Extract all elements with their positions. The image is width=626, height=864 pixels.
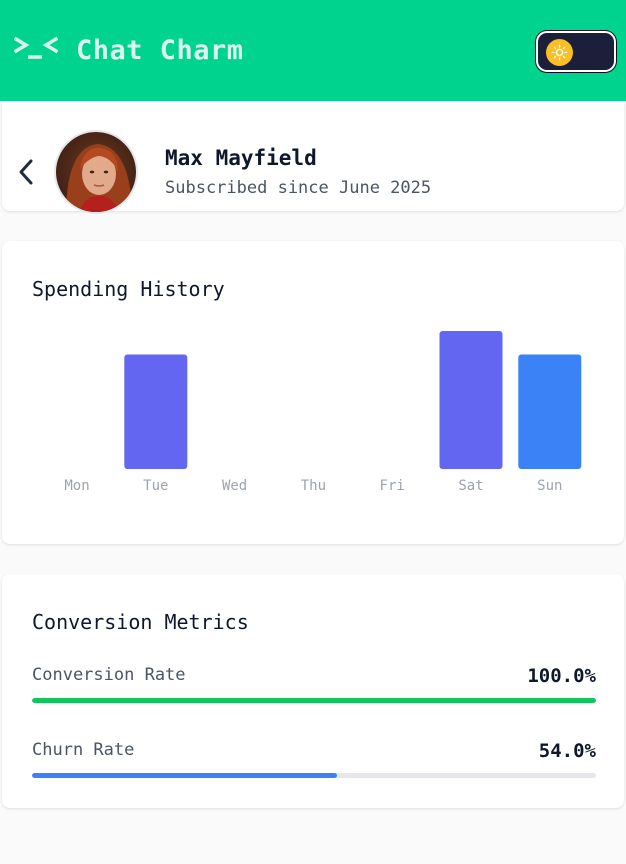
churn-rate-bar bbox=[32, 773, 596, 778]
tick-label-wed: Wed bbox=[222, 478, 247, 494]
user-name: Max Mayfield bbox=[165, 146, 317, 170]
spending-history-card: Spending History Mon Tue Wed Thu Fri Sat Sun bbox=[2, 241, 624, 544]
sun-icon bbox=[546, 39, 573, 66]
terminal-icon bbox=[13, 33, 59, 68]
churn-rate-label: Churn Rate bbox=[32, 740, 135, 760]
conversion-metrics-title: Conversion Metrics bbox=[32, 610, 249, 634]
conversion-rate-value: 100.0% bbox=[527, 665, 596, 687]
subscription-date: Subscribed since June 2025 bbox=[165, 178, 432, 198]
tick-label-sat: Sat bbox=[458, 478, 483, 494]
app-title: Chat Charm bbox=[76, 35, 244, 66]
conversion-rate-bar bbox=[32, 698, 596, 703]
avatar bbox=[54, 130, 138, 214]
churn-rate-value: 54.0% bbox=[538, 740, 596, 762]
tick-label-tue: Tue bbox=[143, 478, 168, 494]
tick-label-mon: Mon bbox=[64, 478, 89, 494]
bar-tue bbox=[124, 354, 188, 469]
bar-sat bbox=[439, 331, 503, 469]
chevron-left-icon bbox=[19, 159, 33, 185]
tick-label-sun: Sun bbox=[537, 478, 562, 494]
conversion-metrics-card: Conversion Metrics Conversion Rate 100.0… bbox=[2, 574, 624, 808]
tick-label-thu: Thu bbox=[301, 478, 326, 494]
app-header: Chat Charm bbox=[0, 0, 626, 101]
tick-label-fri: Fri bbox=[380, 478, 405, 494]
conversion-rate-label: Conversion Rate bbox=[32, 665, 186, 685]
spending-chart: Mon Tue Wed Thu Fri Sat Sun bbox=[64, 331, 582, 494]
churn-rate-fill bbox=[32, 773, 337, 778]
brand[interactable]: Chat Charm bbox=[13, 33, 244, 68]
theme-toggle[interactable] bbox=[536, 31, 616, 72]
profile-card: Max Mayfield Subscribed since June 2025 bbox=[2, 101, 624, 214]
back-button[interactable] bbox=[14, 155, 38, 189]
conversion-rate-fill bbox=[32, 698, 596, 703]
bar-sun bbox=[518, 354, 582, 469]
